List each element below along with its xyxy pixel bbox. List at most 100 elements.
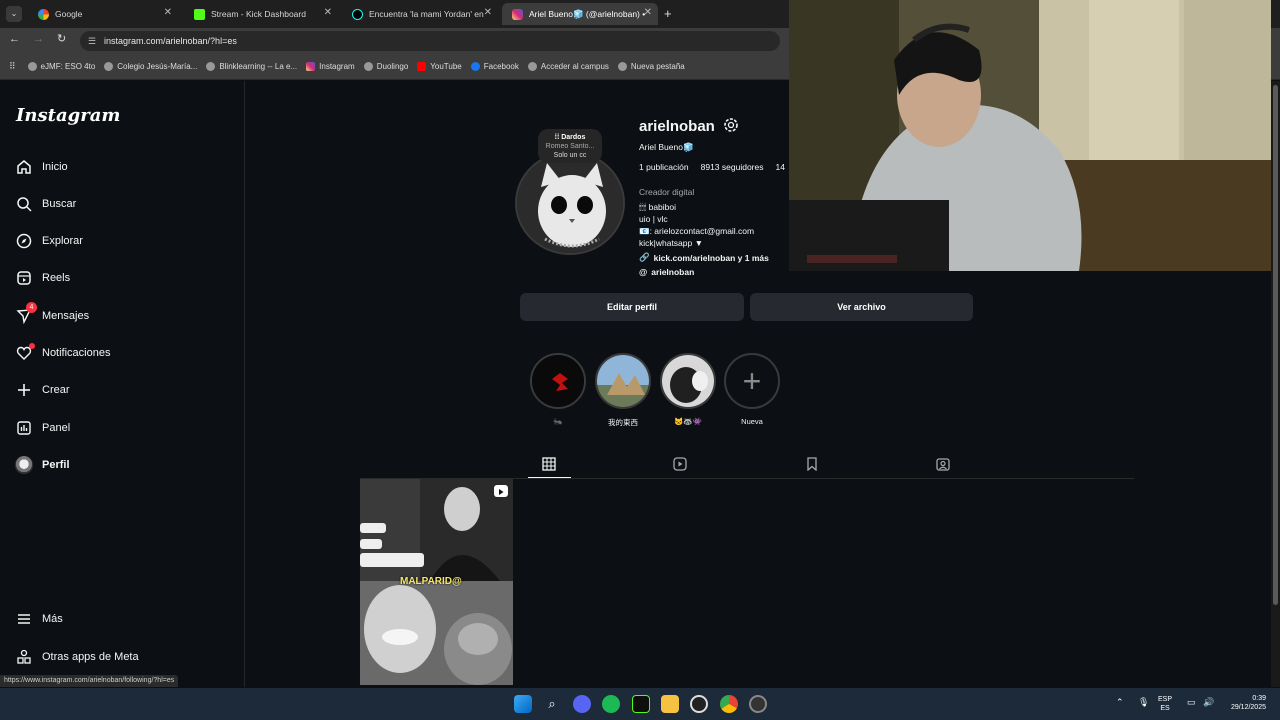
tab-title: Encuentra 'la mami Yordan' en [369, 9, 484, 19]
highlight-label: 🐱🦝👾 [673, 417, 702, 426]
bookmark-item[interactable]: Facebook [470, 62, 519, 71]
bookmark-item[interactable]: eJMF: ESO 4to [27, 62, 95, 71]
app-icon[interactable] [749, 695, 767, 713]
bookmark-item[interactable]: Colegio Jesús-María... [104, 62, 197, 71]
tab-tagged[interactable] [933, 455, 953, 473]
browser-tab-active[interactable]: Ariel Bueno🧊 (@arielnoban) • ✕ [502, 3, 658, 25]
browser-tab[interactable]: Encuentra 'la mami Yordan' en ✕ [342, 3, 498, 25]
compass-icon [14, 231, 34, 251]
profile-full-name: Ariel Bueno🧊 [639, 142, 694, 152]
bookmark-item[interactable]: Nueva pestaña [617, 62, 685, 71]
profile-avatar[interactable] [515, 151, 625, 255]
sidebar-item-buscar[interactable]: Buscar [14, 191, 76, 217]
view-archive-button[interactable]: Ver archivo [750, 293, 973, 321]
reels-icon [673, 457, 687, 471]
highlight-item[interactable] [660, 353, 716, 409]
browser-tab[interactable]: Stream - Kick Dashboard ✕ [184, 3, 338, 25]
webcam-overlay [789, 0, 1271, 271]
tab-search-button[interactable]: ⌄ [6, 6, 22, 22]
threads-link[interactable]: @ arielnoban [639, 267, 694, 277]
apps-icon[interactable]: ⠿ [9, 61, 16, 72]
youtube-icon [417, 62, 427, 71]
close-icon[interactable]: ✕ [644, 7, 652, 18]
obs-icon[interactable] [690, 695, 708, 713]
tab-saved[interactable] [802, 455, 822, 473]
bookmark-icon [807, 457, 817, 471]
sidebar-item-perfil[interactable]: Perfil [14, 452, 70, 478]
highlight-item[interactable] [595, 353, 651, 409]
following-count[interactable]: 14 [775, 162, 784, 172]
edit-profile-button[interactable]: Editar perfil [520, 293, 744, 321]
reel-play-icon [494, 485, 508, 497]
followers-count[interactable]: 8913 seguidores [701, 162, 764, 172]
profile-link[interactable]: 🔗 kick.com/arielnoban y 1 más [639, 252, 769, 263]
site-info-icon[interactable]: ☰ [88, 31, 96, 51]
sidebar-item-crear[interactable]: Crear [14, 377, 70, 403]
volume-icon[interactable]: 🔊 [1203, 698, 1214, 707]
windows-start-icon[interactable] [514, 695, 532, 713]
sidebar-item-inicio[interactable]: Inicio [14, 154, 68, 180]
highlight-item[interactable] [530, 353, 586, 409]
menu-icon [14, 609, 34, 629]
kick-app-icon[interactable] [632, 695, 650, 713]
network-icon[interactable]: ▭ [1187, 698, 1196, 707]
clock[interactable]: 0:39 29/12/2025 [1224, 694, 1266, 712]
chevron-up-icon[interactable]: ⌃ [1116, 698, 1124, 707]
post-caption: MALPARID@ [400, 576, 462, 587]
new-tab-button[interactable]: + [664, 6, 672, 21]
sidebar-item-label: Buscar [42, 198, 77, 210]
notification-dot [29, 343, 35, 349]
forward-icon[interactable]: → [33, 33, 44, 45]
close-icon[interactable]: ✕ [324, 7, 332, 18]
bookmark-item[interactable]: Acceder al campus [527, 62, 609, 71]
url-text: instagram.com/arielnoban/?hl=es [104, 36, 237, 46]
sidebar-item-mensajes[interactable]: 4 Mensajes [14, 302, 89, 329]
plus-icon: + [742, 363, 762, 399]
post-thumbnail[interactable]: MALPARID@ [360, 479, 513, 685]
tab-title: Google [55, 9, 83, 19]
search-icon[interactable]: ⌕ [543, 695, 561, 713]
grid-icon [542, 457, 556, 471]
lang-top: ESP [1158, 696, 1173, 703]
page-scrollbar[interactable] [1271, 81, 1280, 687]
profile-category: Creador digital [639, 187, 695, 197]
language-indicator[interactable]: ESP ES [1158, 695, 1172, 713]
tab-reels[interactable] [670, 455, 690, 473]
profile-note[interactable]: ⁞⁞ Dardos Romeo Santo... Solo un cc [538, 129, 602, 163]
globe-icon [363, 62, 373, 71]
sidebar-item-panel[interactable]: Panel [14, 415, 70, 441]
instagram-logo[interactable]: Instagram [16, 105, 120, 126]
settings-icon[interactable] [723, 117, 739, 135]
close-icon[interactable]: ✕ [484, 7, 492, 18]
bio-line[interactable]: kick|whatsapp ▼ [639, 238, 703, 248]
sidebar-item-explorar[interactable]: Explorar [14, 228, 83, 254]
lang-bottom: ES [1160, 705, 1170, 712]
scrollbar-thumb[interactable] [1273, 85, 1278, 605]
globe-icon [27, 62, 37, 71]
browser-tab[interactable]: Google ✕ [28, 3, 178, 25]
profile-username-row: arielnoban [639, 117, 739, 135]
bookmark-item[interactable]: Blinklearning -- La e... [206, 62, 297, 71]
bookmark-item[interactable]: Duolingo [363, 62, 408, 71]
bio-line: 🕯🕯🕯 babiboi [639, 202, 677, 212]
sidebar-item-reels[interactable]: Reels [14, 265, 70, 291]
bookmark-item[interactable]: Instagram [306, 62, 355, 71]
reload-icon[interactable]: ↻ [57, 32, 66, 45]
threads-handle: arielnoban [651, 267, 695, 277]
close-icon[interactable]: ✕ [164, 7, 172, 18]
chrome-icon[interactable] [720, 695, 738, 713]
avatar-icon [14, 455, 34, 475]
bookmark-item[interactable]: YouTube [417, 62, 462, 71]
address-bar[interactable]: ☰ instagram.com/arielnoban/?hl=es [80, 31, 780, 51]
tab-posts[interactable] [539, 455, 559, 473]
sidebar-item-mas[interactable]: Más [14, 606, 63, 632]
file-explorer-icon[interactable] [661, 695, 679, 713]
microphone-icon[interactable]: 🎙 [1138, 698, 1149, 707]
back-icon[interactable]: ← [9, 33, 20, 45]
discord-icon[interactable] [573, 695, 591, 713]
new-highlight-button[interactable]: + [724, 353, 780, 409]
sidebar-item-notificaciones[interactable]: Notificaciones [14, 340, 110, 366]
spotify-icon[interactable] [602, 695, 620, 713]
sidebar-item-meta-apps[interactable]: Otras apps de Meta [14, 644, 139, 670]
tiktok-icon [352, 8, 363, 20]
